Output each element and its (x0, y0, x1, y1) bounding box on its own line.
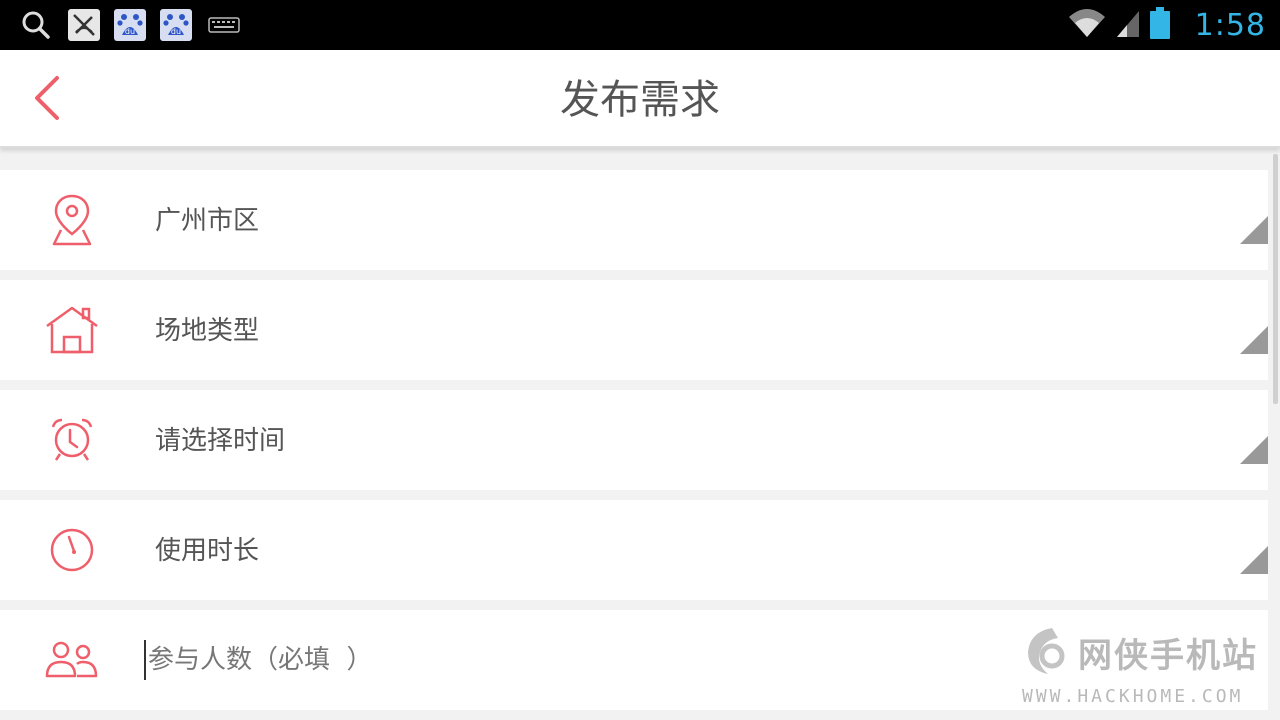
house-icon (40, 300, 104, 360)
page-title: 发布需求 (560, 77, 720, 123)
search-icon (18, 7, 54, 43)
battery-icon (1149, 6, 1171, 44)
wifi-icon (1067, 7, 1107, 43)
location-label: 广州市区 (155, 206, 260, 236)
watermark: 网侠手机站 WWW.HACKHOME.COM (1022, 624, 1272, 714)
location-pin-icon (40, 190, 104, 250)
watermark-url: WWW.HACKHOME.COM (1022, 686, 1244, 707)
signal-icon (1115, 7, 1141, 43)
baidu-icon: du (160, 9, 192, 41)
status-bar-notifications: du du (18, 6, 242, 44)
venue-type-label: 场地类型 (155, 316, 260, 346)
watermark-logo-icon (1022, 624, 1074, 678)
baidu-icon: du (114, 9, 146, 41)
location-selector[interactable]: 广州市区 (0, 170, 1268, 270)
svg-text:du: du (125, 27, 135, 36)
svg-text:du: du (171, 27, 181, 36)
dropdown-corner-icon (1240, 216, 1268, 244)
status-bar: du du 1:58 (0, 0, 1280, 50)
app-icon (68, 9, 100, 41)
dropdown-corner-icon (1240, 546, 1268, 574)
timer-icon (40, 520, 104, 580)
scrollbar[interactable] (1273, 154, 1278, 404)
time-selector[interactable]: 请选择时间 (0, 390, 1268, 490)
participants-input[interactable] (144, 640, 848, 680)
status-clock: 1:58 (1194, 7, 1266, 43)
duration-label: 使用时长 (155, 536, 260, 566)
keyboard-icon (206, 7, 242, 43)
time-label: 请选择时间 (155, 426, 286, 456)
alarm-clock-icon (40, 410, 104, 470)
venue-type-selector[interactable]: 场地类型 (0, 280, 1268, 380)
title-bar: 发布需求 (0, 50, 1280, 148)
duration-selector[interactable]: 使用时长 (0, 500, 1268, 600)
people-icon (40, 630, 104, 690)
status-bar-system: 1:58 (1067, 4, 1266, 46)
dropdown-corner-icon (1240, 436, 1268, 464)
watermark-name: 网侠手机站 (1078, 636, 1258, 676)
dropdown-corner-icon (1240, 326, 1268, 354)
